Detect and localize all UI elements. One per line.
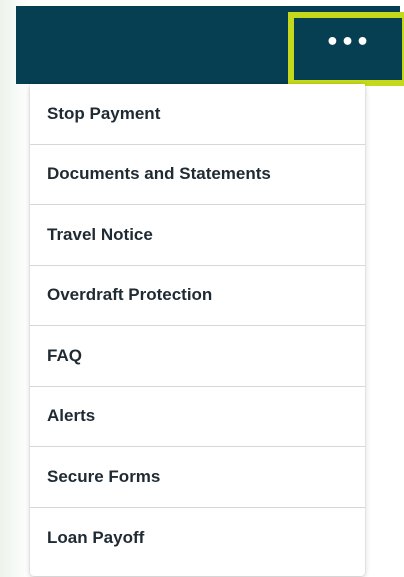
menu-item-travel-notice[interactable]: Travel Notice bbox=[30, 205, 365, 266]
menu-item-loan-payoff[interactable]: Loan Payoff bbox=[30, 508, 365, 569]
more-options-menu: Stop Payment Documents and Statements Tr… bbox=[30, 84, 365, 576]
menu-item-secure-forms[interactable]: Secure Forms bbox=[30, 447, 365, 508]
more-horizontal-icon: ••• bbox=[325, 30, 371, 55]
menu-item-documents-and-statements[interactable]: Documents and Statements bbox=[30, 145, 365, 205]
menu-item-alerts[interactable]: Alerts bbox=[30, 387, 365, 447]
more-options-button[interactable]: ••• bbox=[288, 12, 404, 86]
menu-item-overdraft-protection[interactable]: Overdraft Protection bbox=[30, 266, 365, 326]
menu-item-stop-payment[interactable]: Stop Payment bbox=[30, 84, 365, 145]
top-bar: ••• bbox=[16, 6, 404, 86]
menu-item-faq[interactable]: FAQ bbox=[30, 326, 365, 387]
